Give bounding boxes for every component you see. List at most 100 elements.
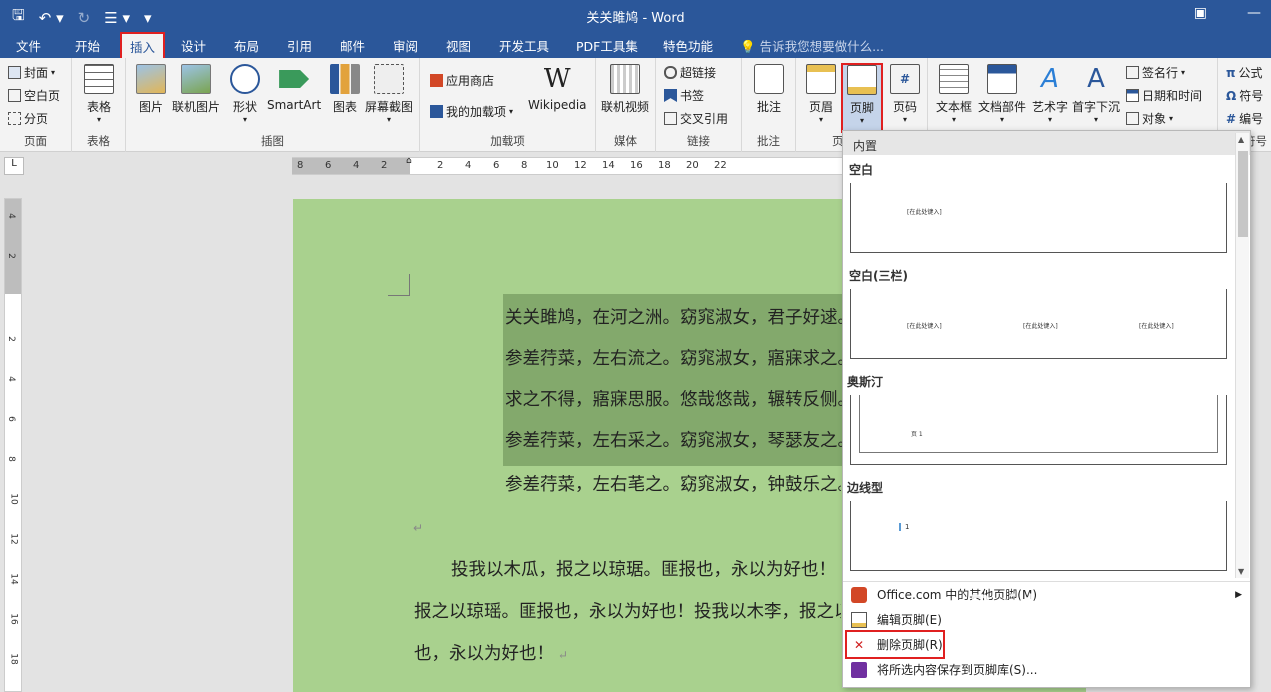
- footer-option-blank-three-columns[interactable]: 空白(三栏) [在此处键入] [在此处键入] [在此处键入]: [843, 267, 1235, 359]
- tab-home[interactable]: 开始: [75, 36, 100, 55]
- footer-option-blank[interactable]: 空白 [在此处键入]: [843, 161, 1235, 253]
- blank-page-button[interactable]: 空白页: [8, 87, 60, 104]
- bookmark-button[interactable]: 书签: [664, 87, 704, 104]
- blank-page-icon: [8, 89, 21, 102]
- ruler-tick: 10: [8, 493, 19, 505]
- comment-button[interactable]: 批注: [754, 64, 784, 115]
- header-button[interactable]: 页眉 ▾: [806, 64, 836, 124]
- office-icon: [851, 586, 867, 603]
- screenshot-button[interactable]: 屏幕截图 ▾: [365, 64, 413, 124]
- omega-icon: Ω: [1226, 88, 1237, 103]
- object-button[interactable]: 对象 ▾: [1126, 110, 1173, 127]
- ribbon-display-icon[interactable]: ▣: [1194, 5, 1207, 21]
- quickparts-icon: [987, 64, 1017, 94]
- datetime-button[interactable]: 日期和时间: [1126, 87, 1202, 104]
- chart-button[interactable]: 图表: [330, 64, 360, 115]
- screenshot-icon: [374, 64, 404, 94]
- my-addins-icon: [430, 105, 443, 118]
- tab-file[interactable]: 文件: [16, 36, 41, 55]
- minimize-icon[interactable]: —: [1247, 5, 1261, 21]
- save-selection-to-gallery-item[interactable]: 将所选内容保存到页脚库(S)...: [843, 657, 1250, 682]
- vertical-ruler[interactable]: 4 2 2 4 6 8 10 12 14 16 18: [4, 198, 22, 692]
- paragraph-mark: ↵: [554, 648, 568, 662]
- gallery-scrollbar[interactable]: ▲ ▼: [1235, 133, 1249, 578]
- scroll-up-icon[interactable]: ▲: [1238, 135, 1244, 144]
- ruler-tick: 6: [493, 160, 500, 171]
- picture-button[interactable]: 图片: [136, 64, 166, 115]
- austin-frame: [859, 395, 1218, 453]
- tab-references[interactable]: 引用: [287, 36, 312, 55]
- smartart-button[interactable]: SmartArt: [267, 64, 321, 112]
- quickparts-button[interactable]: 文档部件 ▾: [978, 64, 1026, 124]
- tab-special[interactable]: 特色功能: [663, 36, 713, 55]
- shapes-button[interactable]: 形状 ▾: [230, 64, 260, 124]
- selected-paragraph[interactable]: 关关雎鸠，在河之洲。窈窕淑女，君子好逑。 参差荇菜，左右流之。窈窕淑女，寤寐求之…: [503, 294, 843, 466]
- group-label: 页面: [24, 134, 47, 148]
- paragraph-mark: ↵: [413, 521, 424, 535]
- cover-page-button[interactable]: 封面 ▾: [8, 64, 55, 81]
- tab-selector[interactable]: L: [4, 157, 24, 175]
- footer-button[interactable]: 页脚 ▾: [841, 63, 883, 133]
- tab-insert[interactable]: 插入: [119, 32, 166, 60]
- signature-line-button[interactable]: 签名行 ▾: [1126, 64, 1185, 81]
- placeholder-text: [在此处键入]: [1023, 323, 1058, 330]
- ruler-tick: 4: [465, 160, 472, 171]
- page-number-button[interactable]: # 页码 ▾: [890, 64, 920, 124]
- tab-review[interactable]: 审阅: [393, 36, 418, 55]
- dropcap-button[interactable]: A 首字下沉 ▾: [1072, 64, 1120, 124]
- ribbon-tabs: 文件 开始 插入 设计 布局 引用 邮件 审阅 视图 开发工具 PDF工具集 特…: [0, 30, 1271, 60]
- tab-mailings[interactable]: 邮件: [340, 36, 365, 55]
- wordart-button[interactable]: A 艺术字 ▾: [1032, 64, 1068, 124]
- ruler-tick: 16: [8, 613, 19, 625]
- option-thumbnail[interactable]: [在此处键入] [在此处键入] [在此处键入]: [850, 289, 1227, 359]
- shapes-icon: [230, 64, 260, 94]
- placeholder-text: 1: [899, 523, 909, 531]
- ruler-tick: 8: [297, 160, 304, 171]
- option-thumbnail[interactable]: 页 1: [850, 395, 1227, 465]
- tab-design[interactable]: 设计: [181, 36, 206, 55]
- remove-footer-item[interactable]: ✕ 删除页脚(R): [845, 630, 945, 659]
- horizontal-ruler[interactable]: 8 6 4 2 ⌂ 2 4 6 8 10 12 14 16 18 20 22: [292, 156, 852, 175]
- table-button[interactable]: 表格 ▾: [84, 64, 114, 124]
- group-media: 联机视频 媒体: [596, 58, 656, 152]
- ruler-tick: 2: [5, 336, 16, 342]
- group-label: 插图: [261, 134, 284, 148]
- text-run: 也，永以为好也！: [414, 644, 554, 664]
- indent-marker-icon[interactable]: ⌂: [406, 156, 412, 166]
- wikipedia-button[interactable]: W Wikipedia: [528, 64, 587, 112]
- option-thumbnail[interactable]: 1: [850, 501, 1227, 571]
- page-break-button[interactable]: 分页: [8, 110, 48, 127]
- dropcap-icon: A: [1087, 64, 1105, 94]
- tell-me-search[interactable]: 💡 告诉我您想要做什么...: [740, 36, 884, 55]
- cover-page-icon: [8, 66, 21, 79]
- option-thumbnail[interactable]: [在此处键入]: [850, 183, 1227, 253]
- text-line: 投我以木瓜，报之以琼琚。匪报也，永以为好也！: [451, 560, 836, 580]
- ruler-tick: 2: [437, 160, 444, 171]
- online-video-button[interactable]: 联机视频: [601, 64, 649, 115]
- store-button[interactable]: 应用商店: [430, 72, 494, 89]
- numbering-button[interactable]: # 编号: [1226, 110, 1263, 127]
- online-picture-button[interactable]: 联机图片: [172, 64, 220, 115]
- cross-reference-button[interactable]: 交叉引用: [664, 110, 728, 127]
- scroll-thumb[interactable]: [1238, 151, 1248, 237]
- tab-view[interactable]: 视图: [446, 36, 471, 55]
- tab-layout[interactable]: 布局: [234, 36, 259, 55]
- remove-footer-icon: ✕: [853, 637, 865, 652]
- group-pages: 封面 ▾ 空白页 分页 页面: [0, 58, 72, 152]
- placeholder-text: [在此处键入]: [1139, 323, 1174, 330]
- my-addins-button[interactable]: 我的加载项 ▾: [430, 103, 513, 120]
- symbol-button[interactable]: Ω 符号: [1226, 87, 1263, 104]
- footer-option-austin[interactable]: 奥斯汀 页 1: [843, 373, 1235, 465]
- hyperlink-button[interactable]: 超链接: [664, 64, 716, 81]
- equation-button[interactable]: π 公式: [1226, 64, 1263, 81]
- ruler-tick: 4: [353, 160, 360, 171]
- text-line: 也，永以为好也！ ↵: [414, 640, 841, 665]
- tab-developer[interactable]: 开发工具: [499, 36, 549, 55]
- group-label: 批注: [757, 134, 780, 148]
- gallery-header: 内置: [843, 131, 1250, 155]
- textbox-button[interactable]: 文本框 ▾: [936, 64, 972, 124]
- footer-option-sideline[interactable]: 边线型 1: [843, 479, 1235, 571]
- scroll-down-icon[interactable]: ▼: [1238, 567, 1244, 576]
- group-label: 加载项: [490, 134, 525, 148]
- tab-pdf-tools[interactable]: PDF工具集: [576, 36, 638, 55]
